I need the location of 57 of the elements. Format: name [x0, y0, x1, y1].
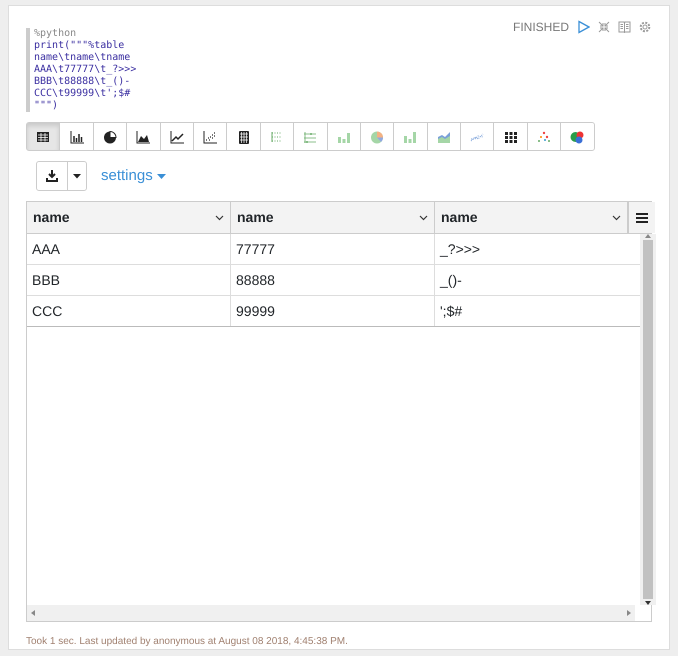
caret-icon [156, 174, 166, 178]
status-label: FINISHED [512, 19, 569, 36]
caret-icon [73, 174, 81, 178]
table-cell-text: _?>>> [438, 240, 482, 259]
column-title: name [441, 208, 478, 227]
chart-type-button[interactable] [493, 122, 528, 151]
horizontal-scrollbar[interactable] [27, 605, 635, 621]
scroll-right-icon [627, 610, 631, 616]
vertical-scrollbar[interactable] [640, 234, 656, 605]
scatter-plot-icon [202, 128, 218, 144]
download-button[interactable] [36, 161, 68, 191]
column-title: name [237, 208, 274, 227]
pie-chart-icon [102, 128, 118, 144]
scroll-left-icon [31, 610, 35, 616]
table-cell: CCC [27, 296, 231, 326]
code-line: name\tname\tname [34, 52, 132, 64]
column-title: name [33, 208, 70, 227]
scroll-down-icon [645, 601, 651, 605]
grid-menu-button[interactable] [628, 202, 655, 233]
table-cell-text: ';$# [439, 302, 464, 321]
collapse-icon[interactable] [598, 21, 610, 33]
chevron-down-icon [419, 214, 428, 220]
chart-type-button[interactable] [26, 122, 60, 151]
chevron-down-icon [215, 214, 224, 220]
pie-chart-icon [369, 128, 386, 144]
table-cell: AAA [27, 234, 231, 264]
code-line: """) [34, 100, 60, 112]
column-header[interactable]: name [27, 202, 231, 233]
download-icon [45, 169, 59, 183]
table-cell: 88888 [231, 265, 435, 295]
code-line: print("""%table [34, 40, 126, 52]
line-chart-icon [168, 128, 185, 144]
chart-type-button[interactable] [226, 122, 261, 151]
menu-icon [636, 212, 648, 222]
book-icon[interactable] [618, 21, 631, 33]
bar-chart-icon [68, 128, 85, 144]
chart-type-button[interactable] [126, 122, 161, 151]
table-cell-text: _()- [438, 271, 463, 290]
chart-type-button[interactable] [59, 122, 94, 151]
dropdown-button[interactable] [67, 161, 87, 191]
chart-type-button[interactable] [160, 122, 194, 151]
chart-type-button[interactable] [192, 122, 228, 151]
settings-icon[interactable] [639, 21, 651, 33]
status-footer: Took 1 sec. Last updated by anonymous at August 08 2018, 4:45:38 PM. [26, 634, 652, 649]
bubbles-icon [569, 128, 586, 144]
code-line: AAA\t77777\t_?>>> [34, 64, 138, 76]
code-line: CCC\t99999\t';$# [34, 88, 132, 100]
chevron-down-icon [612, 214, 621, 220]
table-cell: 99999 [231, 296, 435, 326]
column-header[interactable]: name [231, 202, 435, 233]
table-cell: BBB [27, 265, 231, 295]
code-line: BBB\t88888\t_()- [34, 76, 132, 88]
area-chart-icon [135, 128, 152, 144]
table-cell: 77777 [231, 234, 435, 264]
code-line: %python [34, 28, 78, 40]
run-icon[interactable] [577, 20, 590, 34]
chart-type-button[interactable] [92, 122, 128, 151]
